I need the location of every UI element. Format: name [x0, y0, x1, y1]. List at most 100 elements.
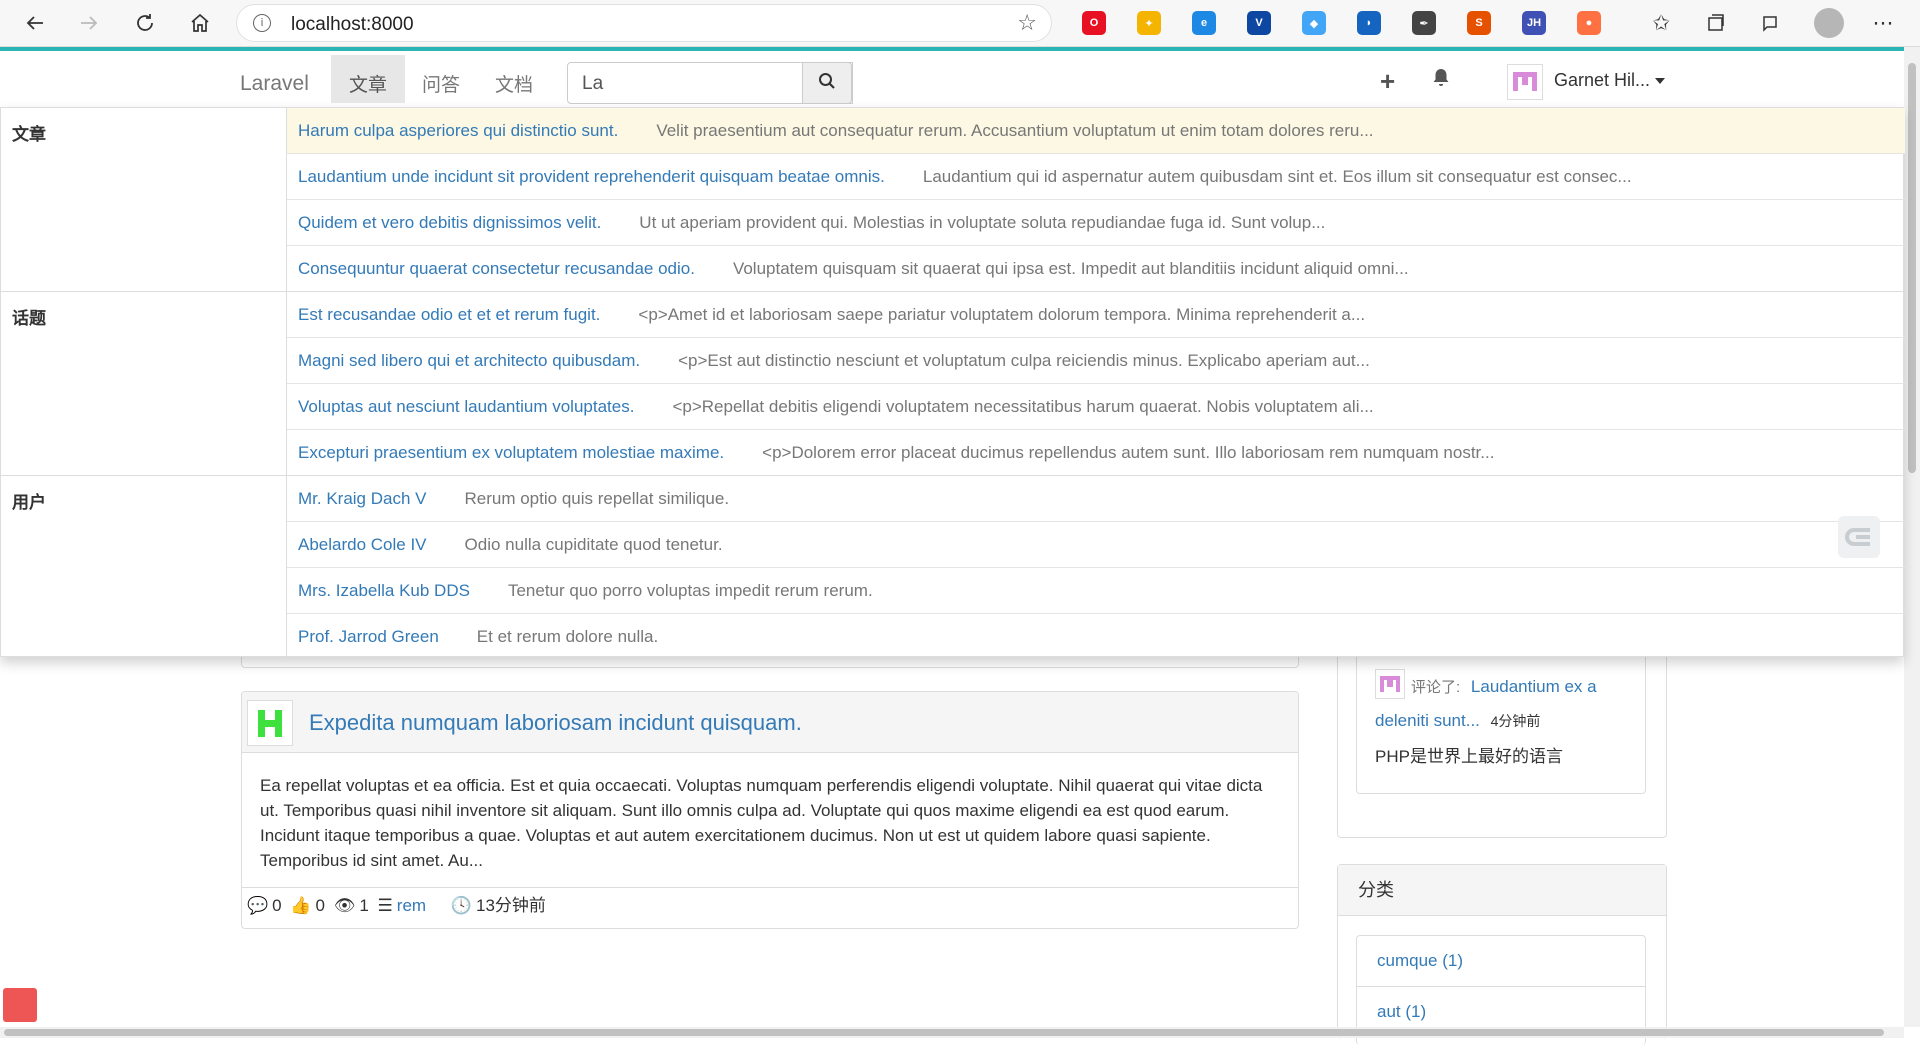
result-row[interactable]: Quidem et vero debitis dignissimos velit… — [287, 200, 1905, 246]
result-description: Velit praesentium aut consequatur rerum.… — [656, 121, 1374, 140]
result-row[interactable]: Mrs. Izabella Kub DDS Tenetur quo porro v… — [287, 568, 1905, 614]
result-row[interactable]: Excepturi praesentium ex voluptatem mole… — [287, 430, 1905, 476]
brand-logo[interactable]: Laravel — [240, 72, 309, 96]
result-row[interactable]: Prof. Jarrod Green Et et rerum dolore nul… — [287, 614, 1905, 660]
result-row[interactable]: Consequuntur quaerat consectetur recusan… — [287, 246, 1905, 292]
result-group: 文章 Harum culpa asperiores qui distinctio … — [1, 108, 1905, 292]
user-avatar[interactable] — [1507, 64, 1543, 100]
activity-time: 4分钟前 — [1490, 713, 1541, 729]
home-icon[interactable] — [181, 4, 219, 42]
profile-avatar-icon[interactable] — [1814, 8, 1844, 38]
user-menu-caret-icon[interactable] — [1655, 78, 1665, 84]
result-description: <p>Amet id et laboriosam saepe pariatur … — [638, 305, 1366, 324]
vertical-scrollbar[interactable] — [1904, 47, 1920, 1027]
clock-icon: 🕓 — [450, 896, 472, 915]
collections-icon[interactable] — [1701, 8, 1731, 38]
list-icon: ☰ — [377, 896, 393, 915]
search-button[interactable] — [802, 62, 852, 104]
jh-ext-icon[interactable]: JH — [1522, 11, 1546, 35]
result-description: <p>Dolorem error placeat ducimus repelle… — [762, 443, 1495, 462]
activity-comment: PHP是世界上最好的语言 — [1375, 747, 1563, 766]
back-arrow-icon[interactable] — [16, 4, 54, 42]
comment-count: 0 — [272, 896, 282, 915]
post-author-avatar[interactable] — [247, 700, 293, 746]
circle-ext-icon[interactable]: ● — [1577, 11, 1601, 35]
result-description: Ut ut aperiam provident qui. Molestias i… — [639, 213, 1326, 232]
address-bar[interactable]: i localhost:8000 ☆ — [236, 4, 1052, 42]
result-description: Rerum optio quis repellat similique. — [464, 489, 730, 508]
debugbar-icon[interactable] — [3, 988, 37, 1022]
forward-arrow-icon[interactable] — [70, 4, 108, 42]
compass-ext-icon[interactable]: ◆ — [1302, 11, 1326, 35]
post-header: Expedita numquam laboriosam incidunt qui… — [242, 692, 1298, 753]
sprout-ext-icon[interactable]: S — [1467, 11, 1491, 35]
post-excerpt: Ea repellat voluptas et ea officia. Est … — [242, 753, 1298, 888]
post-meta: 💬 0 👍 0 👁 1 ☰ rem 🕓 13分钟前 — [242, 888, 1298, 924]
result-title-link[interactable]: Mr. Kraig Dach V — [298, 489, 427, 508]
eye-icon: 👁 — [333, 896, 356, 915]
pinwheel-icon[interactable]: ✦ — [1137, 11, 1161, 35]
result-title-link[interactable]: Excepturi praesentium ex voluptatem mole… — [298, 443, 724, 462]
result-row[interactable]: Magni sed libero qui et architecto quibu… — [287, 338, 1905, 384]
activity-link[interactable]: Laudantium ex a deleniti sunt... — [1375, 677, 1597, 730]
result-title-link[interactable]: Harum culpa asperiores qui distinctio su… — [298, 121, 618, 140]
result-title-link[interactable]: Quidem et vero debitis dignissimos velit… — [298, 213, 601, 232]
search-icon — [818, 72, 836, 95]
thumbs-up-icon[interactable]: 👍 — [290, 896, 311, 915]
view-count: 1 — [359, 896, 369, 915]
edge-ext-icon[interactable]: e — [1192, 11, 1216, 35]
categories-panel: 分类 cumque (1) aut (1) — [1337, 864, 1667, 1045]
result-description: <p>Repellat debitis eligendi voluptatem … — [672, 397, 1374, 416]
result-description: <p>Est aut distinctio nesciunt et volupt… — [678, 351, 1370, 370]
dropper-ext-icon[interactable]: ✒ — [1412, 11, 1436, 35]
result-description: Odio nulla cupiditate quod tenetur. — [464, 535, 723, 554]
shield-ext-icon[interactable]: ◗ — [1357, 11, 1381, 35]
opera-icon[interactable]: O — [1082, 11, 1106, 35]
category-item[interactable]: cumque (1) — [1357, 936, 1645, 987]
activity-action: 评论了: — [1411, 679, 1461, 696]
favorite-star-icon[interactable]: ☆ — [1017, 10, 1037, 36]
result-title-link[interactable]: Voluptas aut nesciunt laudantium volupta… — [298, 397, 634, 416]
result-row[interactable]: Harum culpa asperiores qui distinctio su… — [287, 108, 1905, 154]
result-description: Tenetur quo porro voluptas impedit rerum… — [507, 581, 873, 600]
favorites-icon[interactable]: ✩ — [1646, 8, 1676, 38]
nav-link-questions[interactable]: 问答 — [404, 55, 478, 103]
notification-bell-icon[interactable] — [1432, 68, 1450, 93]
categories-title: 分类 — [1338, 865, 1666, 916]
result-row[interactable]: Abelardo Cole IV Odio nulla cupiditate qu… — [287, 522, 1905, 568]
result-row[interactable]: Laudantium unde incidunt sit provident r… — [287, 154, 1905, 200]
result-description: Laudantium qui id aspernatur autem quibu… — [922, 167, 1632, 186]
result-title-link[interactable]: Abelardo Cole IV — [298, 535, 427, 554]
result-row[interactable]: Mr. Kraig Dach V Rerum optio quis repella… — [287, 476, 1905, 522]
result-title-link[interactable]: Magni sed libero qui et architecto quibu… — [298, 351, 640, 370]
feedback-icon[interactable] — [1756, 8, 1786, 38]
result-title-link[interactable]: Mrs. Izabella Kub DDS — [298, 581, 470, 600]
user-name[interactable]: Garnet Hil... — [1554, 70, 1650, 91]
result-title-link[interactable]: Est recusandae odio et et et rerum fugit… — [298, 305, 600, 324]
address-url[interactable]: localhost:8000 — [291, 14, 414, 36]
result-group-label: 文章 — [1, 108, 287, 291]
horizontal-scrollbar[interactable] — [0, 1027, 1904, 1038]
refresh-icon[interactable] — [126, 4, 164, 42]
post-title-link[interactable]: Expedita numquam laboriosam incidunt qui… — [309, 710, 802, 736]
nav-link-articles[interactable]: 文章 — [331, 55, 406, 103]
result-title-link[interactable]: Laudantium unde incidunt sit provident r… — [298, 167, 885, 186]
result-title-link[interactable]: Consequuntur quaerat consectetur recusan… — [298, 259, 695, 278]
browser-toolbar: i localhost:8000 ☆ O ✦ e V ◆ ◗ ✒ S JH ● ✩ ⋯ — [0, 0, 1920, 47]
result-description: Et et rerum dolore nulla. — [476, 627, 659, 646]
result-row[interactable]: Est recusandae odio et et et rerum fugit… — [287, 292, 1905, 338]
add-plus-icon[interactable]: + — [1380, 66, 1395, 97]
like-count: 0 — [315, 896, 326, 915]
nav-link-docs[interactable]: 文档 — [477, 55, 551, 103]
post-card: Expedita numquam laboriosam incidunt qui… — [241, 691, 1299, 929]
more-menu-icon[interactable]: ⋯ — [1868, 8, 1898, 38]
info-icon[interactable]: i — [253, 14, 271, 32]
result-row[interactable]: Voluptas aut nesciunt laudantium volupta… — [287, 384, 1905, 430]
comment-icon: 💬 — [247, 896, 269, 915]
result-title-link[interactable]: Prof. Jarrod Green — [298, 627, 439, 646]
search-results-dropdown: 文章 Harum culpa asperiores qui distinctio … — [0, 107, 1905, 660]
post-category-link[interactable]: rem — [397, 896, 426, 915]
floating-assistant-icon[interactable] — [1838, 516, 1880, 558]
result-group-label: 用户 — [1, 476, 287, 660]
v-ext-icon[interactable]: V — [1247, 11, 1271, 35]
